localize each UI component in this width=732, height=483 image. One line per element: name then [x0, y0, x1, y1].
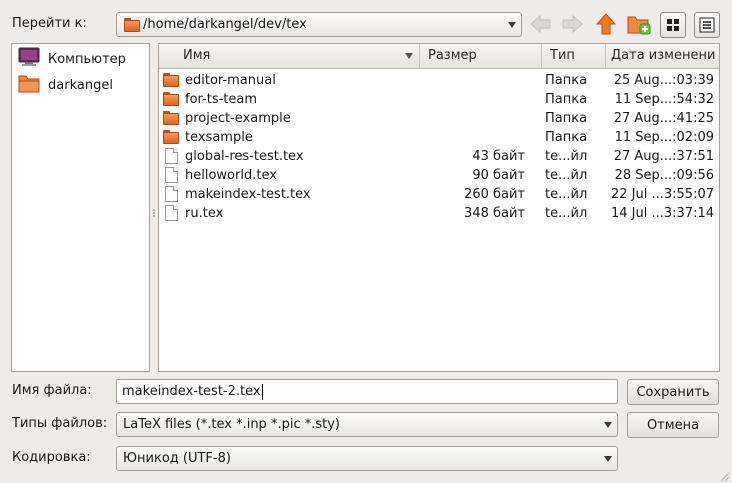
- file-list-header: Имя Размер Тип Дата изменени: [159, 44, 719, 69]
- file-row[interactable]: helloworld.tex 90 байт te...йл 28 Sep...:09…: [159, 166, 719, 185]
- column-header-date[interactable]: Дата изменени: [606, 44, 719, 68]
- sort-down-icon: [405, 53, 413, 59]
- folder-icon: [124, 17, 140, 32]
- save-button[interactable]: Сохранить: [627, 379, 719, 405]
- file-row[interactable]: global-res-test.tex 43 байт te...йл 27 Aug.…: [159, 147, 719, 166]
- file-type: te...йл: [545, 149, 588, 164]
- chevron-down-icon: [508, 21, 516, 28]
- list-view-icon[interactable]: [694, 12, 720, 38]
- file-date: 11 Sep...:02:09: [614, 130, 714, 145]
- file-date: 27 Aug...:37:51: [613, 149, 714, 164]
- pane-resize-handle[interactable]: [152, 206, 156, 217]
- file-list: Имя Размер Тип Дата изменени editor-manu…: [158, 43, 720, 372]
- places-sidebar: Компьютер darkangel: [11, 43, 150, 372]
- path-combo[interactable]: /home/darkangel/dev/tex: [116, 12, 522, 37]
- file-name: makeindex-test.tex: [185, 187, 311, 202]
- file-name: helloworld.tex: [185, 168, 277, 183]
- text-file-icon: [165, 205, 178, 221]
- file-type: te...йл: [545, 187, 588, 202]
- file-date: 25 Aug...:03:39: [613, 73, 714, 88]
- file-date: 14 Jul ...3:37:14: [610, 206, 714, 221]
- folder-row[interactable]: project-example Папка 27 Aug...:41:25: [159, 109, 719, 128]
- home-folder-icon: [18, 73, 40, 97]
- forward-arrow-icon[interactable]: [559, 11, 585, 37]
- column-type-label: Тип: [550, 48, 575, 63]
- file-name: global-res-test.tex: [185, 149, 304, 164]
- place-computer[interactable]: Компьютер: [18, 47, 126, 71]
- filetypes-select[interactable]: LaTeX files (*.tex *.inp *.pic *.sty): [116, 412, 618, 437]
- cancel-label: Отмена: [646, 417, 700, 433]
- file-size: 260 байт: [464, 187, 525, 202]
- column-name-label: Имя: [183, 48, 211, 63]
- filetypes-label: Типы файлов:: [12, 416, 108, 431]
- icon-view-icon[interactable]: [660, 12, 686, 38]
- column-date-label: Дата изменени: [611, 48, 716, 63]
- place-label: darkangel: [48, 77, 113, 93]
- file-type: Папка: [545, 92, 588, 107]
- file-row[interactable]: ru.tex 348 байт te...йл 14 Jul ...3:37:14: [159, 204, 719, 223]
- file-size: 43 байт: [472, 149, 525, 164]
- file-name: ru.tex: [185, 206, 224, 221]
- file-size: 348 байт: [464, 206, 525, 221]
- encoding-label: Кодировка:: [12, 450, 91, 465]
- text-file-icon: [165, 186, 178, 202]
- filename-input[interactable]: makeindex-test-2.tex: [116, 379, 618, 404]
- new-folder-icon[interactable]: [626, 11, 652, 37]
- column-size-label: Размер: [428, 48, 477, 63]
- file-type: Папка: [545, 130, 588, 145]
- file-type: te...йл: [545, 206, 588, 221]
- folder-icon: [163, 111, 179, 125]
- encoding-value: Юникод (UTF-8): [123, 451, 231, 466]
- file-name: for-ts-team: [185, 92, 258, 107]
- up-arrow-icon[interactable]: [593, 11, 619, 37]
- file-date: 22 Jul ...3:55:07: [610, 187, 714, 202]
- folder-row[interactable]: for-ts-team Папка 11 Sep...:54:32: [159, 90, 719, 109]
- filename-value: makeindex-test-2.tex: [122, 384, 261, 399]
- folder-icon: [163, 73, 179, 87]
- folder-icon: [163, 130, 179, 144]
- file-date: 27 Aug...:41:25: [613, 111, 714, 126]
- file-type: Папка: [545, 73, 588, 88]
- folder-row[interactable]: texsample Папка 11 Sep...:02:09: [159, 128, 719, 147]
- save-label: Сохранить: [636, 384, 710, 400]
- column-header-type[interactable]: Тип: [542, 44, 606, 68]
- chevron-down-icon: [604, 421, 612, 428]
- goto-label: Перейти к:: [12, 16, 87, 31]
- column-header-name[interactable]: Имя: [159, 44, 420, 68]
- file-name: texsample: [185, 130, 253, 145]
- filetypes-value: LaTeX files (*.tex *.inp *.pic *.sty): [123, 417, 340, 432]
- chevron-down-icon: [604, 455, 612, 462]
- cancel-button[interactable]: Отмена: [627, 412, 719, 438]
- file-type: Папка: [545, 111, 588, 126]
- place-home[interactable]: darkangel: [18, 74, 113, 96]
- text-file-icon: [165, 167, 178, 183]
- filename-label: Имя файла:: [12, 383, 92, 398]
- column-header-size[interactable]: Размер: [420, 44, 542, 68]
- file-date: 28 Sep...:09:56: [614, 168, 714, 183]
- file-row[interactable]: makeindex-test.tex 260 байт te...йл 22 Jul …: [159, 185, 719, 204]
- text-cursor: [261, 383, 263, 400]
- computer-icon: [18, 47, 40, 71]
- file-date: 11 Sep...:54:32: [614, 92, 714, 107]
- folder-row[interactable]: editor-manual Папка 25 Aug...:03:39: [159, 71, 719, 90]
- file-type: te...йл: [545, 168, 588, 183]
- path-text: /home/darkangel/dev/tex: [143, 17, 307, 32]
- encoding-select[interactable]: Юникод (UTF-8): [116, 446, 618, 471]
- folder-icon: [163, 92, 179, 106]
- file-name: project-example: [185, 111, 291, 126]
- window-resize-grip[interactable]: [720, 471, 730, 482]
- file-size: 90 байт: [472, 168, 525, 183]
- back-arrow-icon[interactable]: [528, 11, 554, 37]
- text-file-icon: [165, 148, 178, 164]
- file-name: editor-manual: [185, 73, 276, 88]
- place-label: Компьютер: [48, 51, 126, 67]
